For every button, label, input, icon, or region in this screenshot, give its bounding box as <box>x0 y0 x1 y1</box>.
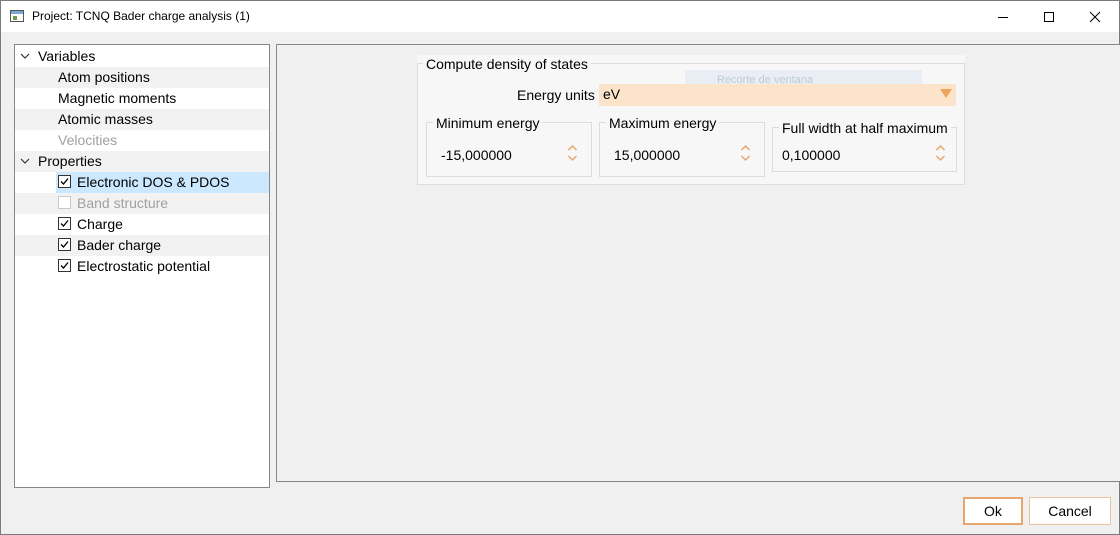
tree-item-band-structure: Band structure <box>15 193 269 214</box>
maximize-button[interactable] <box>1026 1 1072 32</box>
energy-units-select[interactable]: eV <box>599 84 956 106</box>
checkbox-electrostatic-potential[interactable] <box>58 259 71 272</box>
tree-item-label: Atomic masses <box>58 111 153 127</box>
checkmark-icon <box>60 178 69 185</box>
energy-units-value: eV <box>603 86 621 102</box>
app-window-icon <box>10 10 24 22</box>
minimize-icon <box>998 16 1008 18</box>
tree-item-atomic-masses[interactable]: Atomic masses <box>15 109 269 130</box>
tree-item-label: Magnetic moments <box>58 90 177 106</box>
fwhm-input[interactable]: 0,100000 <box>782 147 840 163</box>
checkbox-electronic-dos[interactable] <box>58 175 71 188</box>
min-energy-input[interactable]: -15,000000 <box>441 147 512 163</box>
cancel-button[interactable]: Cancel <box>1029 497 1111 525</box>
min-energy-stepper-icon[interactable] <box>567 144 578 162</box>
tree-group-properties[interactable]: Properties <box>15 151 269 172</box>
max-energy-input[interactable]: 15,000000 <box>614 147 680 163</box>
tree-group-label: Variables <box>38 48 96 64</box>
tree-item-label: Bader charge <box>77 237 162 253</box>
checkmark-icon <box>60 220 69 227</box>
close-button[interactable] <box>1072 1 1118 32</box>
maximize-icon <box>1044 11 1054 22</box>
tree-item-label: Electrostatic potential <box>77 258 211 274</box>
fwhm-stepper-icon[interactable] <box>935 144 946 162</box>
tree-item-velocities: Velocities <box>15 130 269 151</box>
checkmark-icon <box>60 262 69 269</box>
checkbox-charge[interactable] <box>58 217 71 230</box>
tree-item-label: Atom positions <box>58 69 150 85</box>
max-energy-stepper-icon[interactable] <box>740 144 751 162</box>
property-tree[interactable]: Variables Atom positions Magnetic moment… <box>14 44 270 488</box>
checkmark-icon <box>60 241 69 248</box>
window-title: Project: TCNQ Bader charge analysis (1) <box>32 9 250 23</box>
tree-group-label: Properties <box>38 153 102 169</box>
tree-item-bader-charge[interactable]: Bader charge <box>15 235 269 256</box>
dialog-window: Project: TCNQ Bader charge analysis (1) … <box>0 0 1120 535</box>
chevron-down-icon[interactable] <box>20 156 30 166</box>
checkbox-band-structure <box>58 196 71 209</box>
fwhm-label: Full width at half maximum <box>779 120 951 136</box>
min-energy-label: Minimum energy <box>433 115 543 131</box>
close-icon <box>1089 11 1101 22</box>
tree-item-electronic-dos[interactable]: Electronic DOS & PDOS <box>15 172 269 193</box>
tree-item-label: Band structure <box>77 195 169 211</box>
title-bar[interactable]: Project: TCNQ Bader charge analysis (1) <box>1 1 1119 32</box>
chevron-down-icon[interactable] <box>20 51 30 61</box>
energy-units-label: Energy units <box>517 87 595 103</box>
tree-item-label: Charge <box>77 216 123 232</box>
minimize-button[interactable] <box>980 1 1026 32</box>
max-energy-label: Maximum energy <box>606 115 720 131</box>
ok-button[interactable]: Ok <box>963 497 1023 525</box>
tree-item-label: Electronic DOS & PDOS <box>77 174 230 190</box>
tree-item-label: Velocities <box>58 132 118 148</box>
tree-item-electrostatic-potential[interactable]: Electrostatic potential <box>15 256 269 277</box>
tree-item-magnetic-moments[interactable]: Magnetic moments <box>15 88 269 109</box>
tree-item-atom-positions[interactable]: Atom positions <box>15 67 269 88</box>
tree-item-charge[interactable]: Charge <box>15 214 269 235</box>
tree-group-variables[interactable]: Variables <box>15 46 269 67</box>
checkbox-bader-charge[interactable] <box>58 238 71 251</box>
dos-section-title: Compute density of states <box>423 56 591 72</box>
dropdown-arrow-icon <box>940 89 952 98</box>
